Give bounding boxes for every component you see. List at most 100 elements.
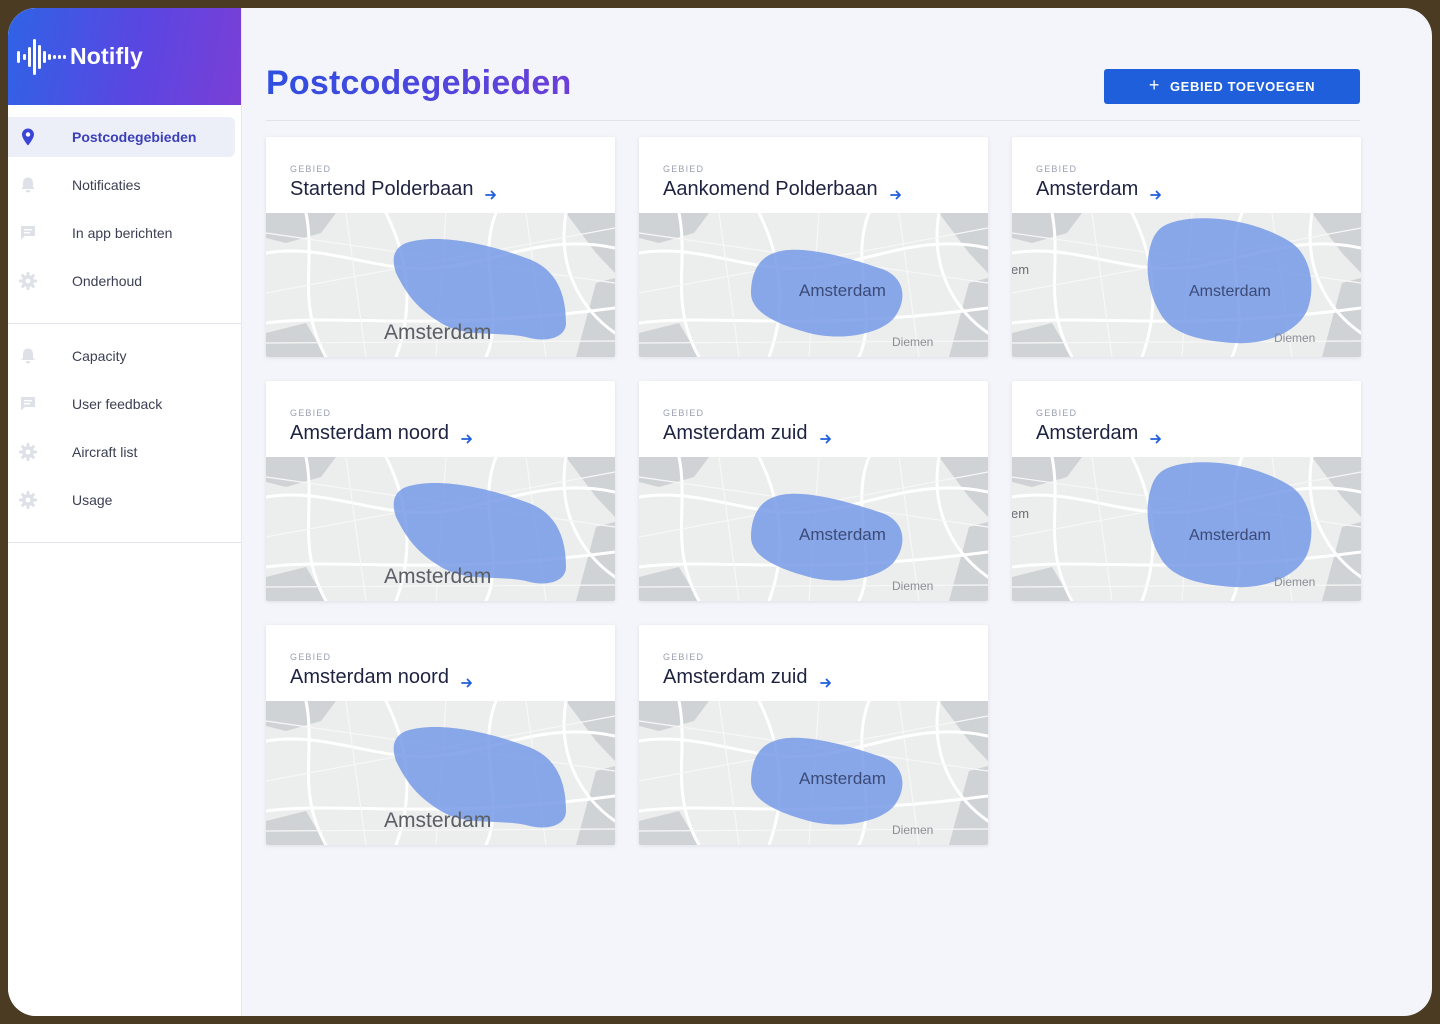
area-card-title[interactable]: Aankomend Polderbaan — [663, 178, 902, 201]
arrow-right-icon[interactable] — [485, 184, 497, 199]
map-place-label: em — [1012, 262, 1030, 277]
area-card-title[interactable]: Amsterdam noord — [290, 422, 473, 445]
plus-icon: + — [1148, 75, 1160, 95]
area-card-header: GEBIED Amsterdam noord — [266, 381, 615, 457]
area-card-title-text: Amsterdam — [1036, 422, 1139, 444]
area-card-title-text: Amsterdam zuid — [663, 666, 808, 688]
map-place-label: em — [1012, 506, 1030, 521]
arrow-right-icon[interactable] — [1150, 428, 1162, 443]
area-map[interactable]: Amsterdam Diemen em — [1012, 457, 1361, 601]
bell-icon — [18, 346, 38, 366]
map-city-label: Amsterdam — [384, 809, 492, 832]
area-card-kicker: GEBIED — [663, 408, 705, 418]
sidebar-item-label: Capacity — [72, 348, 127, 364]
area-card-title[interactable]: Amsterdam noord — [290, 666, 473, 689]
sidebar-item-label: User feedback — [72, 396, 163, 412]
area-card-title[interactable]: Amsterdam zuid — [663, 666, 832, 689]
map-place-label: Diemen — [1274, 331, 1316, 345]
area-map[interactable]: Amsterdam Diemen — [639, 213, 988, 357]
sidebar-item-label: Aircraft list — [72, 444, 138, 460]
area-map[interactable]: Amsterdam Diemen — [639, 701, 988, 845]
waveform-logo-icon — [14, 35, 70, 79]
area-card[interactable]: GEBIED Amsterdam Amsterdam Diemen em — [1012, 381, 1361, 601]
gear-icon — [18, 490, 38, 510]
area-card-header: GEBIED Amsterdam zuid — [639, 625, 988, 701]
sidebar-item-label: Onderhoud — [72, 273, 143, 289]
area-card[interactable]: GEBIED Amsterdam noord Amsterdam — [266, 381, 615, 601]
map-place-label: Diemen — [892, 335, 934, 349]
arrow-right-icon[interactable] — [819, 672, 832, 687]
area-card-title[interactable]: Amsterdam — [1036, 178, 1162, 201]
area-map[interactable]: Amsterdam Diemen em — [1012, 213, 1361, 357]
add-area-label: GEBIED TOEVOEGEN — [1169, 79, 1316, 94]
arrow-right-icon[interactable] — [461, 672, 473, 687]
map-place-label: Diemen — [892, 579, 934, 593]
area-card-title[interactable]: Startend Polderbaan — [290, 178, 497, 201]
map-city-label: Amsterdam — [1189, 283, 1271, 300]
arrow-right-icon[interactable] — [461, 428, 473, 443]
area-card-title[interactable]: Amsterdam zuid — [663, 422, 832, 445]
area-card-title-text: Amsterdam noord — [290, 422, 449, 444]
area-card-title-text: Amsterdam noord — [290, 666, 449, 688]
bell-icon — [18, 175, 38, 195]
message-icon — [18, 223, 38, 243]
area-card-header: GEBIED Amsterdam noord — [266, 625, 615, 701]
sidebar-item-aircraft-list[interactable]: Aircraft list — [8, 432, 235, 472]
area-card-title-text: Startend Polderbaan — [290, 178, 474, 200]
area-card-title-text: Amsterdam zuid — [663, 422, 808, 444]
map-place-label: Diemen — [1274, 575, 1316, 589]
area-card[interactable]: GEBIED Amsterdam zuid Amsterdam Diemen — [639, 381, 988, 601]
sidebar-item-usage[interactable]: Usage — [8, 480, 235, 520]
area-map[interactable]: Amsterdam — [266, 701, 615, 845]
area-card-kicker: GEBIED — [1036, 164, 1078, 174]
map-city-label: Amsterdam — [384, 321, 492, 344]
map-place-label: Diemen — [892, 823, 934, 837]
area-card[interactable]: GEBIED Amsterdam Amsterdam Diemen em — [1012, 137, 1361, 357]
area-card-title-text: Aankomend Polderbaan — [663, 178, 878, 200]
sidebar-item-notificaties[interactable]: Notificaties — [8, 165, 235, 205]
area-map[interactable]: Amsterdam — [266, 457, 615, 601]
area-card[interactable]: GEBIED Amsterdam zuid Amsterdam Diemen — [639, 625, 988, 845]
gear-icon — [18, 271, 38, 291]
sidebar-item-capacity[interactable]: Capacity — [8, 336, 235, 376]
sidebar-group: Postcodegebieden Notificaties In app beric… — [8, 105, 241, 324]
arrow-right-icon[interactable] — [819, 428, 832, 443]
sidebar-item-in-app-berichten[interactable]: In app berichten — [8, 213, 235, 253]
app-screen: Notifly Postcodegebieden Notificaties In a… — [8, 8, 1432, 1016]
map-city-label: Amsterdam — [799, 281, 886, 300]
area-map[interactable]: Amsterdam Diemen — [639, 457, 988, 601]
brand-header: Notifly — [8, 8, 241, 105]
map-city-label: Amsterdam — [384, 565, 492, 588]
area-card[interactable]: GEBIED Startend Polderbaan Amsterdam — [266, 137, 615, 357]
sidebar-item-user-feedback[interactable]: User feedback — [8, 384, 235, 424]
area-card[interactable]: GEBIED Amsterdam noord Amsterdam — [266, 625, 615, 845]
area-card-kicker: GEBIED — [290, 164, 332, 174]
area-card-header: GEBIED Amsterdam zuid — [639, 381, 988, 457]
area-card-kicker: GEBIED — [1036, 408, 1078, 418]
arrow-right-icon[interactable] — [889, 184, 902, 199]
sidebar-item-label: In app berichten — [72, 225, 173, 241]
sidebar-item-postcodegebieden[interactable]: Postcodegebieden — [8, 117, 235, 157]
main-content: Postcodegebieden + GEBIED TOEVOEGEN GEBI… — [242, 8, 1432, 1016]
map-city-label: Amsterdam — [799, 525, 886, 544]
area-card-kicker: GEBIED — [290, 652, 332, 662]
map-city-label: Amsterdam — [1189, 527, 1271, 544]
message-icon — [18, 394, 38, 414]
arrow-right-icon[interactable] — [1150, 184, 1162, 199]
area-map[interactable]: Amsterdam — [266, 213, 615, 357]
add-area-button[interactable]: + GEBIED TOEVOEGEN — [1104, 69, 1360, 104]
sidebar: Notifly Postcodegebieden Notificaties In a… — [8, 8, 242, 1016]
sidebar-item-onderhoud[interactable]: Onderhoud — [8, 261, 235, 301]
sidebar-item-label: Notificaties — [72, 177, 141, 193]
gear-icon — [18, 442, 38, 462]
map-city-label: Amsterdam — [799, 769, 886, 788]
area-card-title[interactable]: Amsterdam — [1036, 422, 1162, 445]
area-card-kicker: GEBIED — [290, 408, 332, 418]
area-card-kicker: GEBIED — [663, 652, 705, 662]
sidebar-item-label: Usage — [72, 492, 113, 508]
area-card-header: GEBIED Aankomend Polderbaan — [639, 137, 988, 213]
area-card-kicker: GEBIED — [663, 164, 705, 174]
header-divider — [266, 120, 1360, 121]
page-title: Postcodegebieden — [266, 64, 572, 102]
area-card[interactable]: GEBIED Aankomend Polderbaan Amsterdam Dieme… — [639, 137, 988, 357]
